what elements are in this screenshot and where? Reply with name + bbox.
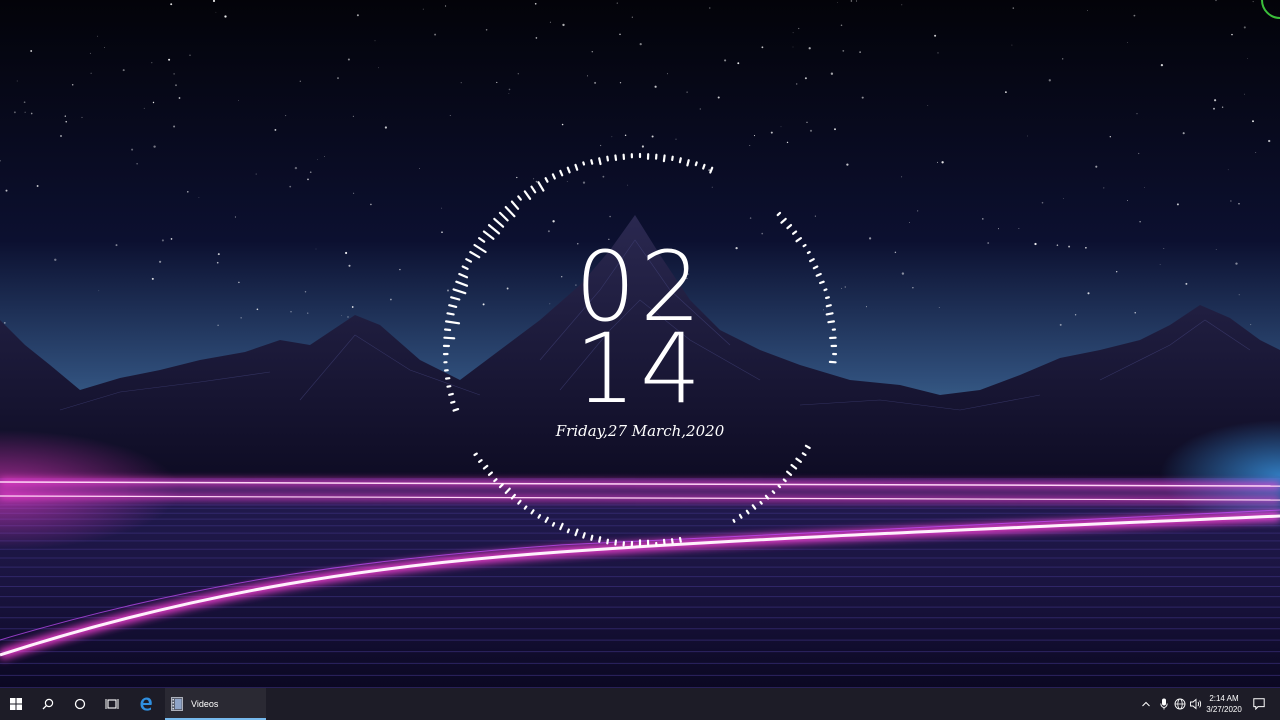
show-hidden-icons-button[interactable] [1138, 688, 1154, 720]
search-icon [42, 698, 54, 710]
windows-logo-icon [10, 698, 22, 710]
clock-minutes: 14 [574, 313, 706, 425]
chevron-up-icon [1142, 701, 1150, 707]
taskbar: Videos 2:14 AM 3/27/2020 [0, 688, 1280, 720]
desktop: 02 14 Friday,27 March,2020 [0, 0, 1280, 688]
edge-browser-icon [140, 697, 152, 711]
start-button[interactable] [0, 688, 32, 720]
cortana-button[interactable] [64, 688, 96, 720]
film-icon [171, 697, 183, 711]
network-globe-icon [1174, 698, 1186, 710]
taskbar-date: 3/27/2020 [1206, 705, 1242, 714]
search-button[interactable] [32, 688, 64, 720]
taskbar-app-videos[interactable]: Videos [165, 688, 266, 720]
clock-widget: 02 14 Friday,27 March,2020 [430, 150, 850, 570]
task-view-icon [105, 699, 119, 709]
action-center-icon [1253, 698, 1265, 710]
taskbar-app-label: Videos [191, 699, 219, 709]
action-center-button[interactable] [1248, 688, 1270, 720]
microphone-tray-button[interactable] [1156, 688, 1172, 720]
network-tray-button[interactable] [1172, 688, 1188, 720]
edge-browser-button[interactable] [130, 688, 162, 720]
taskbar-time: 2:14 AM [1209, 694, 1239, 703]
microphone-icon [1160, 698, 1168, 710]
volume-icon [1190, 698, 1202, 710]
cortana-circle-icon [74, 698, 86, 710]
clock-date: Friday,27 March,2020 [555, 422, 725, 440]
task-view-button[interactable] [96, 688, 128, 720]
status-ring-icon [1261, 0, 1280, 19]
taskbar-clock[interactable]: 2:14 AM 3/27/2020 [1202, 688, 1246, 720]
